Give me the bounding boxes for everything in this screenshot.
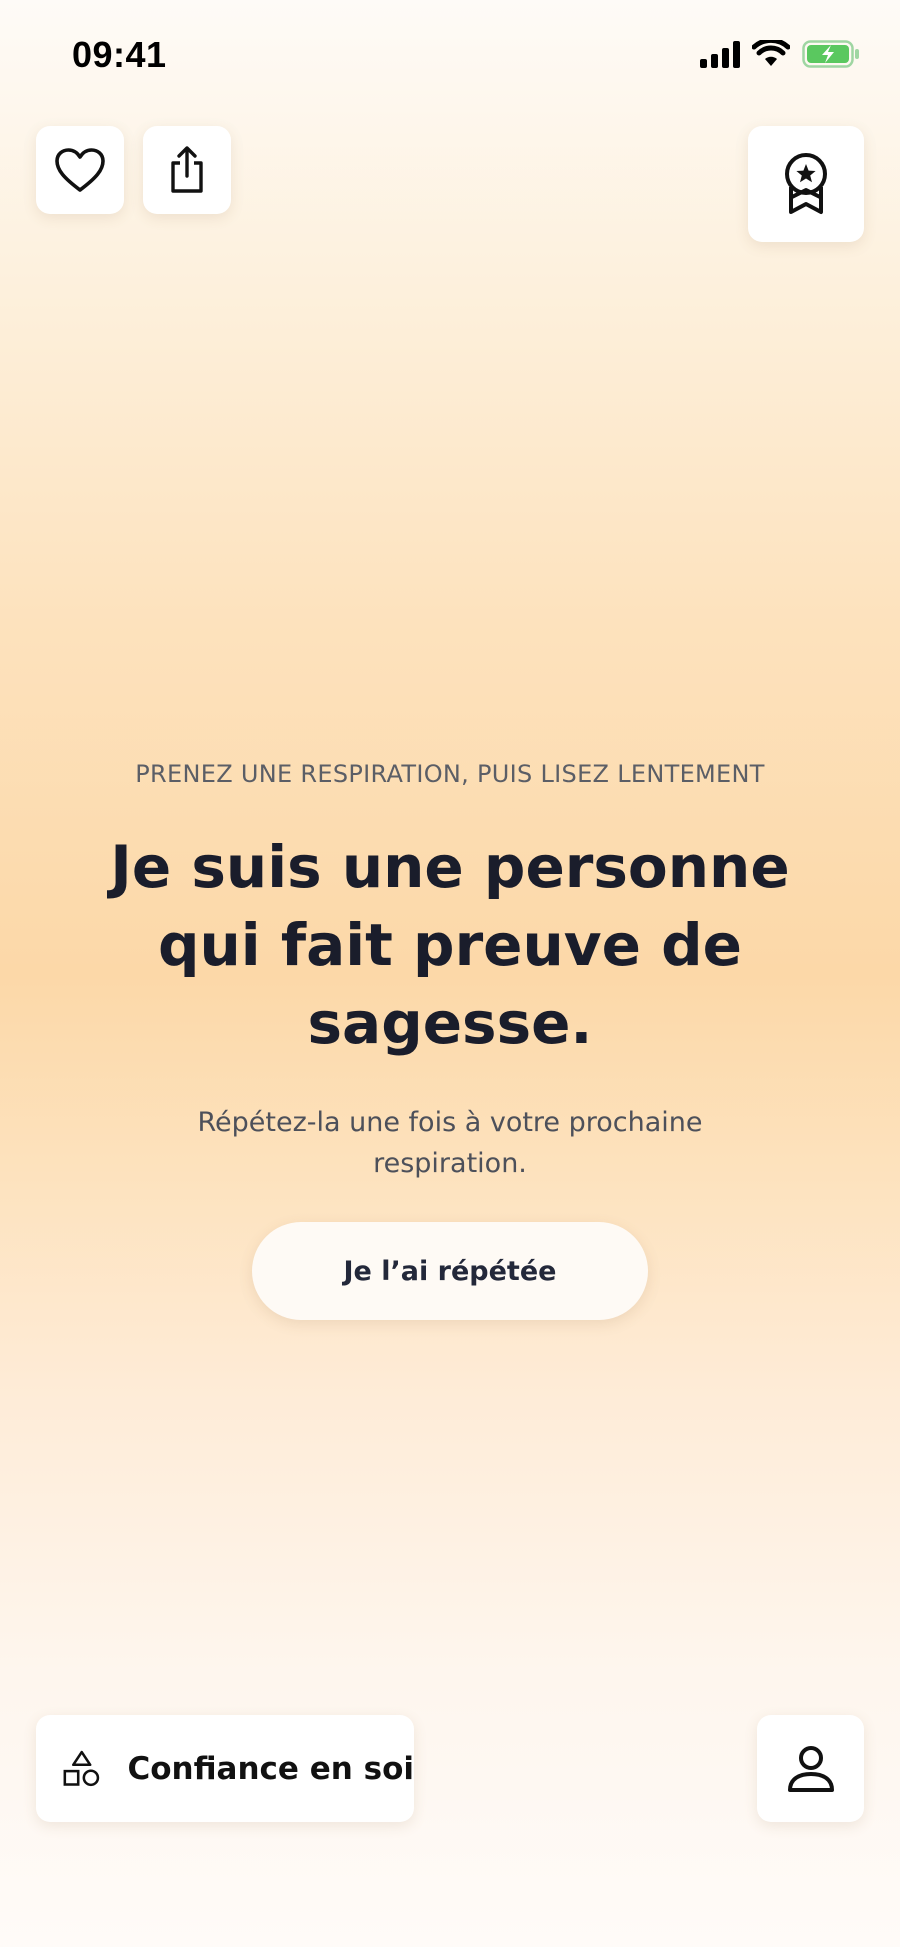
- hint-text: Répétez-la une fois à votre prochaine re…: [197, 1107, 703, 1179]
- award-badge-icon: [785, 153, 827, 214]
- affirmation-section: PRENEZ UNE RESPIRATION, PUIS LISEZ LENTE…: [0, 760, 900, 1320]
- shapes-icon: [63, 1750, 100, 1786]
- status-bar: 09:41: [0, 0, 900, 110]
- cellular-signal-icon: [700, 40, 740, 68]
- share-icon: [171, 146, 203, 193]
- status-icons: [700, 40, 860, 68]
- repeated-button[interactable]: Je l’ai répétée: [252, 1222, 648, 1320]
- category-label: Confiance en soi: [127, 1750, 414, 1787]
- favorite-button[interactable]: [36, 126, 124, 214]
- profile-button[interactable]: [757, 1715, 864, 1822]
- heart-icon: [55, 148, 105, 192]
- person-icon: [787, 1745, 834, 1792]
- instruction-text: PRENEZ UNE RESPIRATION, PUIS LISEZ LENTE…: [135, 760, 765, 788]
- battery-charging-icon: [802, 40, 859, 68]
- achievements-button[interactable]: [748, 126, 864, 242]
- share-button[interactable]: [143, 126, 231, 214]
- wifi-icon: [752, 40, 790, 66]
- category-button[interactable]: Confiance en soi: [36, 1715, 414, 1822]
- status-time: 09:41: [72, 34, 167, 75]
- affirmation-text: Je suis une personne qui fait preuve de …: [110, 833, 790, 1057]
